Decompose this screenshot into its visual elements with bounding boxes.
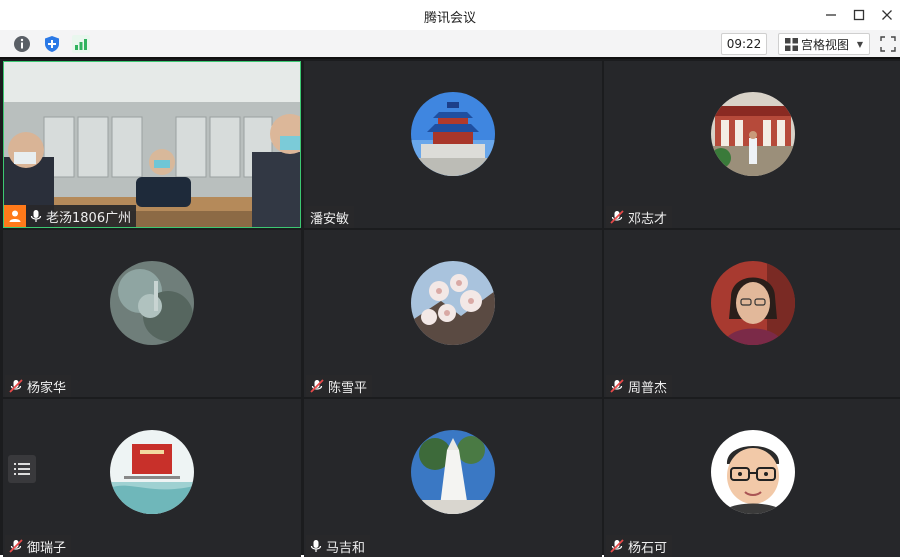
microphone-muted-icon	[9, 539, 23, 553]
participant-list-toggle[interactable]	[8, 455, 36, 483]
avatar	[711, 92, 795, 176]
maximize-icon	[853, 9, 865, 21]
microphone-muted-icon	[610, 539, 624, 553]
participant-tile[interactable]: 潘安敏	[304, 61, 602, 228]
microphone-muted-icon	[310, 379, 324, 393]
participant-nametag: 杨石可	[606, 535, 673, 557]
grid-view-icon	[785, 37, 798, 51]
avatar	[411, 430, 495, 514]
signal-icon	[72, 35, 90, 53]
participant-name: 邓志才	[628, 211, 668, 227]
participant-nametag: 陈雪平	[306, 375, 373, 397]
avatar	[110, 261, 194, 345]
participant-nametag: 御瑞子	[5, 535, 72, 557]
network-status-button[interactable]	[71, 34, 91, 54]
security-button[interactable]	[42, 34, 62, 54]
minimize-button[interactable]	[820, 5, 842, 25]
speaker-badge	[4, 205, 26, 227]
video-grid: 老汤1806广州 潘安敏 邓志才 杨家华 陈雪平 周普杰 御瑞子 马吉和 杨石可	[0, 59, 900, 557]
list-icon	[14, 463, 30, 475]
meeting-clock: 09:22	[721, 33, 767, 55]
microphone-icon	[310, 539, 322, 553]
info-button[interactable]	[12, 34, 32, 54]
participant-name: 老汤1806广州	[46, 210, 132, 226]
meeting-toolbar: 09:22 宫格视图 ▼	[0, 30, 900, 59]
avatar	[411, 261, 495, 345]
participant-tile[interactable]: 御瑞子	[3, 399, 301, 557]
participant-nametag: 马吉和	[306, 535, 371, 557]
fullscreen-button[interactable]	[878, 34, 898, 54]
participant-name: 周普杰	[628, 380, 668, 396]
participant-name: 潘安敏	[310, 211, 350, 227]
participant-nametag: 邓志才	[606, 206, 673, 228]
participant-name: 御瑞子	[27, 540, 67, 556]
participant-tile[interactable]: 杨家华	[3, 230, 301, 397]
participant-nametag: 周普杰	[606, 375, 673, 397]
participant-tile[interactable]: 邓志才	[604, 61, 900, 228]
user-icon	[9, 210, 21, 222]
shield-icon	[45, 36, 59, 52]
participant-tile[interactable]: 老汤1806广州	[3, 61, 301, 228]
avatar	[110, 430, 194, 514]
close-button[interactable]	[876, 5, 898, 25]
avatar	[711, 261, 795, 345]
participant-tile[interactable]: 陈雪平	[304, 230, 602, 397]
participant-name: 陈雪平	[328, 380, 368, 396]
minimize-icon	[826, 14, 836, 16]
participant-name: 马吉和	[326, 540, 366, 556]
participant-tile[interactable]: 周普杰	[604, 230, 900, 397]
fullscreen-icon	[880, 36, 896, 52]
microphone-icon	[30, 209, 42, 223]
chevron-down-icon: ▼	[856, 39, 863, 49]
participant-nametag: 潘安敏	[306, 206, 355, 228]
microphone-muted-icon	[610, 210, 624, 224]
microphone-muted-icon	[610, 379, 624, 393]
avatar	[411, 92, 495, 176]
participant-tile[interactable]: 马吉和	[304, 399, 602, 557]
participant-name: 杨家华	[27, 380, 67, 396]
close-icon	[882, 10, 892, 20]
view-mode-dropdown[interactable]: 宫格视图 ▼	[778, 33, 870, 55]
microphone-muted-icon	[9, 379, 23, 393]
info-icon	[14, 36, 30, 52]
camera-video-feed	[4, 62, 300, 227]
participant-name: 杨石可	[628, 540, 668, 556]
window-title: 腾讯会议	[423, 11, 476, 26]
title-bar: 腾讯会议	[0, 0, 900, 30]
avatar	[711, 430, 795, 514]
maximize-button[interactable]	[848, 5, 870, 25]
participant-nametag: 杨家华	[5, 375, 72, 397]
participant-tile[interactable]: 杨石可	[604, 399, 900, 557]
view-mode-label: 宫格视图	[801, 37, 850, 52]
participant-nametag: 老汤1806广州	[4, 205, 137, 227]
